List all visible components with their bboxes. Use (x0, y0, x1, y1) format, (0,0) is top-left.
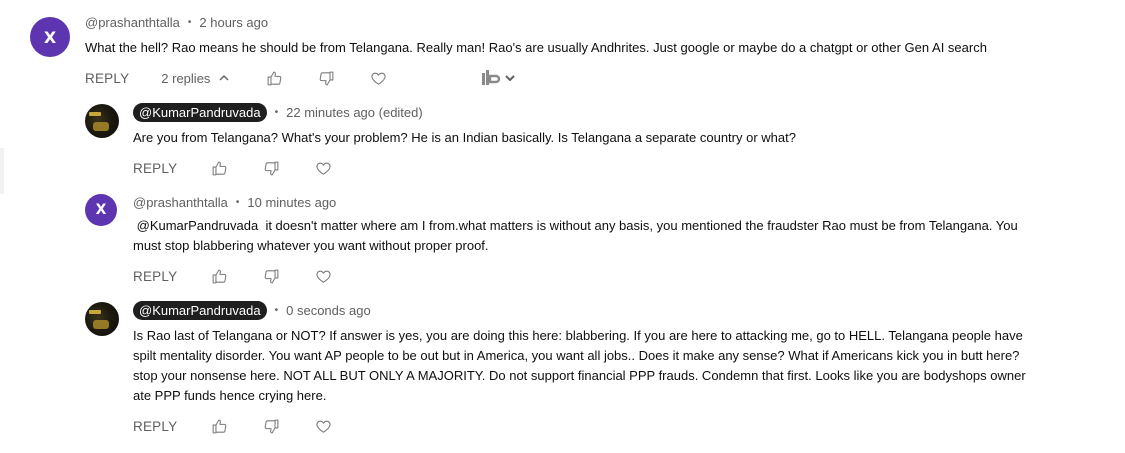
replies-count: 2 replies (161, 70, 211, 86)
author-name[interactable]: @prashanthtalla (133, 195, 228, 210)
avatar[interactable] (85, 302, 119, 336)
comment-actions: REPLY (133, 414, 333, 438)
thumb-down-icon (264, 419, 279, 433)
comment-actions: REPLY (133, 264, 333, 288)
comment-text: Is Rao last of Telangana or NOT? If answ… (133, 328, 1026, 403)
dislike-button[interactable] (261, 266, 281, 286)
heart-icon (316, 420, 331, 433)
timestamp[interactable]: 22 minutes ago (edited) (286, 105, 423, 120)
timestamp[interactable]: 10 minutes ago (247, 195, 336, 210)
chevron-up-icon (219, 75, 229, 81)
thumb-up-icon (267, 71, 282, 85)
separator-dot: • (274, 107, 279, 118)
heart-button[interactable] (313, 158, 333, 178)
comment-actions: REPLY 2 replies (85, 66, 516, 90)
extension-button[interactable] (482, 69, 516, 87)
thumb-up-icon (212, 419, 227, 433)
timestamp[interactable]: 0 seconds ago (286, 303, 371, 318)
heart-icon (316, 162, 331, 175)
tb-extension-icon (482, 70, 501, 85)
author-name[interactable]: @KumarPandruvada (133, 301, 267, 320)
reply-button[interactable]: REPLY (133, 269, 177, 284)
avatar-letter: X (95, 202, 107, 218)
left-edge-marker (0, 148, 4, 194)
comment-text: Are you from Telangana? What's your prob… (133, 130, 796, 145)
comment-actions: REPLY (133, 156, 333, 180)
like-button[interactable] (264, 68, 284, 88)
heart-button[interactable] (313, 266, 333, 286)
avatar-letter: X (43, 27, 57, 47)
thumb-down-icon (319, 71, 334, 85)
comment-text: What the hell? Rao means he should be fr… (85, 40, 987, 55)
dislike-button[interactable] (261, 158, 281, 178)
dislike-button[interactable] (316, 68, 336, 88)
thumb-down-icon (264, 161, 279, 175)
avatar[interactable]: X (30, 17, 70, 57)
avatar[interactable]: X (85, 194, 117, 226)
comment-header: @KumarPandruvada • 0 seconds ago (133, 301, 371, 320)
timestamp[interactable]: 2 hours ago (199, 15, 268, 30)
heart-icon (316, 270, 331, 283)
dislike-button[interactable] (261, 416, 281, 436)
like-button[interactable] (209, 266, 229, 286)
thumb-up-icon (212, 269, 227, 283)
like-button[interactable] (209, 416, 229, 436)
heart-button[interactable] (368, 68, 388, 88)
author-name[interactable]: @KumarPandruvada (133, 103, 267, 122)
author-name[interactable]: @prashanthtalla (85, 15, 180, 30)
heart-icon (371, 72, 386, 85)
reply-button[interactable]: REPLY (133, 161, 177, 176)
reply-button[interactable]: REPLY (133, 419, 177, 434)
thumb-up-icon (212, 161, 227, 175)
comment-header: @prashanthtalla • 2 hours ago (85, 15, 268, 30)
reply-button[interactable]: REPLY (85, 71, 129, 86)
heart-button[interactable] (313, 416, 333, 436)
comment-header: @KumarPandruvada • 22 minutes ago (edite… (133, 103, 423, 122)
comment-text: @KumarPandruvada it doesn't matter where… (133, 218, 1022, 253)
separator-dot: • (274, 305, 279, 316)
like-button[interactable] (209, 158, 229, 178)
avatar[interactable] (85, 104, 119, 138)
separator-dot: • (187, 17, 192, 28)
chevron-down-icon (505, 75, 516, 82)
thumb-down-icon (264, 269, 279, 283)
comment-header: @prashanthtalla • 10 minutes ago (133, 195, 336, 210)
toggle-replies-button[interactable]: 2 replies (161, 71, 230, 86)
separator-dot: • (235, 197, 240, 208)
